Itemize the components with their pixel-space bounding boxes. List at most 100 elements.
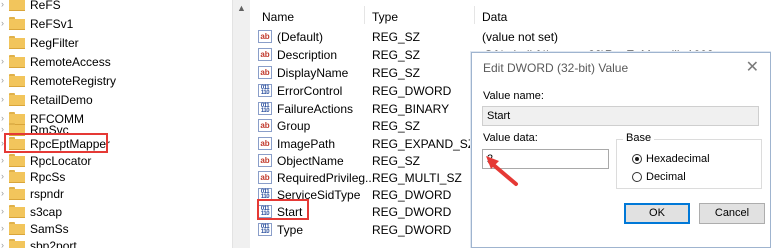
string-value-icon: ab	[258, 30, 272, 43]
value-name-label: Value name:	[483, 90, 544, 102]
tree-item-label: RetailDemo	[30, 93, 93, 107]
value-type: REG_SZ	[372, 48, 421, 62]
expand-arrow-icon[interactable]: ›	[1, 75, 7, 85]
radio-selected-icon	[632, 154, 642, 164]
value-type: REG_SZ	[372, 119, 421, 133]
annotation-highlight-key	[4, 133, 108, 153]
value-name-field: Start	[482, 106, 759, 126]
value-type: REG_DWORD	[372, 223, 452, 237]
tree-item[interactable]: › rspndr	[0, 184, 232, 203]
tree-item-label: s3cap	[30, 205, 63, 219]
value-name: Description	[277, 48, 338, 62]
folder-icon	[9, 205, 25, 218]
value-type: REG_DWORD	[372, 205, 452, 219]
value-name: Type	[277, 223, 304, 237]
column-divider[interactable]	[364, 6, 365, 24]
folder-icon	[9, 74, 25, 87]
tree-item-label: rspndr	[30, 187, 65, 201]
folder-icon	[9, 55, 25, 68]
tree-item-label: RpcLocator	[30, 154, 92, 168]
tree-scrollbar[interactable]: ▲	[232, 0, 250, 248]
expand-arrow-icon[interactable]: ›	[1, 155, 7, 165]
base-group-title: Base	[623, 132, 655, 144]
expand-arrow-icon[interactable]: ›	[1, 94, 7, 104]
annotation-arrow-icon	[486, 156, 518, 186]
cancel-button[interactable]: Cancel	[699, 203, 765, 224]
expand-arrow-icon[interactable]: ›	[1, 56, 7, 66]
folder-icon	[9, 0, 25, 11]
tree-item-label: ReFS	[30, 0, 61, 12]
ok-button[interactable]: OK	[624, 203, 690, 224]
tree-item[interactable]: › ReFSv1	[0, 14, 232, 33]
value-name: RequiredPrivileg...	[277, 171, 376, 185]
value-name: FailureActions	[277, 102, 354, 116]
tree-item[interactable]: › sbp2port	[0, 236, 232, 248]
string-value-icon: ab	[258, 66, 272, 79]
expand-arrow-icon[interactable]: ›	[1, 18, 7, 28]
binary-value-icon: 011 110	[258, 84, 272, 97]
binary-value-icon: 011 110	[258, 223, 272, 236]
expand-arrow-icon[interactable]: ›	[1, 206, 7, 216]
value-type: REG_SZ	[372, 30, 421, 44]
value-name: (Default)	[277, 30, 324, 44]
value-name: Group	[277, 119, 311, 133]
value-name-text: Start	[487, 110, 511, 122]
radio-unselected-icon	[632, 172, 642, 182]
expand-arrow-icon[interactable]: ›	[1, 240, 7, 248]
radio-decimal[interactable]: Decimal	[632, 171, 686, 183]
binary-value-icon: 011 110	[258, 102, 272, 115]
value-name: DisplayName	[277, 66, 349, 80]
value-data: (value not set)	[482, 30, 559, 44]
folder-icon	[9, 36, 25, 49]
column-header-data[interactable]: Data	[482, 10, 507, 24]
tree-item-label: RegFilter	[30, 36, 79, 50]
string-value-icon: ab	[258, 119, 272, 132]
string-value-icon: ab	[258, 171, 272, 184]
expand-arrow-icon[interactable]: ›	[1, 0, 7, 9]
string-value-icon: ab	[258, 154, 272, 167]
tree-item[interactable]: › RemoteAccess	[0, 52, 232, 71]
value-type: REG_SZ	[372, 66, 421, 80]
value-type: REG_MULTI_SZ	[372, 171, 462, 185]
string-value-icon: ab	[258, 137, 272, 150]
radio-hexadecimal[interactable]: Hexadecimal	[632, 153, 710, 165]
folder-icon	[9, 222, 25, 235]
value-name: ErrorControl	[277, 84, 343, 98]
folder-icon	[9, 93, 25, 106]
tree-item[interactable]: › RemoteRegistry	[0, 71, 232, 90]
value-type: REG_DWORD	[372, 188, 452, 202]
string-value-icon: ab	[258, 48, 272, 61]
folder-icon	[9, 239, 25, 248]
value-name: ImagePath	[277, 137, 336, 151]
value-type: REG_SZ	[372, 154, 421, 168]
folder-icon	[9, 187, 25, 200]
folder-icon	[9, 17, 25, 30]
close-icon[interactable]: ✕	[746, 57, 759, 77]
expand-arrow-icon[interactable]: ›	[1, 223, 7, 233]
tree-item-label: sbp2port	[30, 239, 77, 248]
tree-item-label: ReFSv1	[30, 17, 74, 31]
tree-item[interactable]: › RetailDemo	[0, 90, 232, 109]
column-header-type[interactable]: Type	[372, 10, 398, 24]
scroll-up-arrow-icon[interactable]: ▲	[237, 3, 246, 13]
value-row[interactable]: ab (Default) REG_SZ (value not set)	[250, 28, 771, 46]
tree-item-label: RemoteRegistry	[30, 74, 117, 88]
column-header-name[interactable]: Name	[262, 10, 294, 24]
expand-arrow-icon[interactable]: ›	[1, 171, 7, 181]
tree-item[interactable]: RegFilter	[0, 33, 232, 52]
value-type: REG_EXPAND_SZ	[372, 137, 476, 151]
radio-label: Decimal	[646, 171, 686, 183]
radio-label: Hexadecimal	[646, 153, 710, 165]
tree-item[interactable]: › ReFS	[0, 0, 232, 14]
column-divider[interactable]	[474, 6, 475, 24]
tree-item-label: RemoteAccess	[30, 55, 111, 69]
folder-icon	[9, 154, 25, 167]
folder-icon	[9, 170, 25, 183]
tree-item-label: RpcSs	[30, 170, 66, 184]
tree-item-label: SamSs	[30, 222, 69, 236]
value-type: REG_DWORD	[372, 84, 452, 98]
value-data-label: Value data:	[483, 132, 538, 144]
annotation-highlight-value	[257, 199, 309, 220]
expand-arrow-icon[interactable]: ›	[1, 188, 7, 198]
registry-key-tree: › ReFS › ReFSv1 RegFilter › RemoteAccess…	[0, 0, 232, 248]
